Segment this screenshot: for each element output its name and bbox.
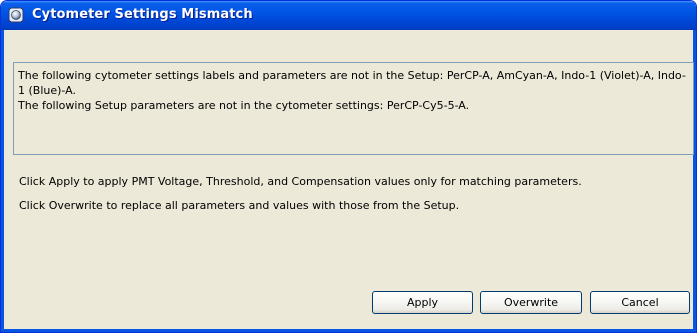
dialog-title: Cytometer Settings Mismatch [32,7,253,22]
application-icon [8,7,24,23]
overwrite-instructions: Click Overwrite to replace all parameter… [19,199,460,212]
message-line-setup-parameters: The following Setup parameters are not i… [18,99,470,112]
dialog-window: Cytometer Settings Mismatch The followin… [0,0,697,333]
mismatch-message-box: The following cytometer settings labels … [13,62,694,155]
title-bar[interactable]: Cytometer Settings Mismatch [1,1,696,30]
cancel-button[interactable]: Cancel [590,291,690,314]
overwrite-button[interactable]: Overwrite [480,291,582,314]
window-border-left [1,30,4,332]
message-line-labels: The following cytometer settings labels … [18,69,686,97]
window-border-bottom [1,329,696,332]
apply-button[interactable]: Apply [372,291,473,314]
apply-instructions: Click Apply to apply PMT Voltage, Thresh… [19,175,582,188]
